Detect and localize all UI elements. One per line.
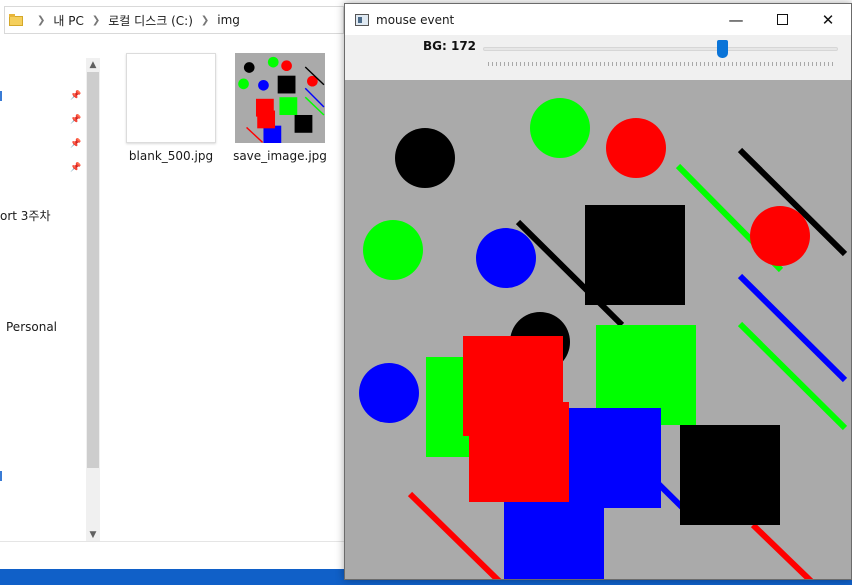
nav-item-folder[interactable]: ort 3주차 xyxy=(0,207,51,224)
drawing-canvas[interactable] xyxy=(345,80,851,579)
trackbar-label: BG: 172 xyxy=(423,39,477,53)
file-name: save_image.jpg xyxy=(233,149,327,163)
chevron-right-icon: ❯ xyxy=(200,14,210,26)
black-circle xyxy=(395,128,455,188)
file-name: blank_500.jpg xyxy=(128,149,214,163)
red-square xyxy=(469,402,569,502)
pin-icon[interactable]: 📌 xyxy=(70,163,81,173)
minimize-icon: — xyxy=(728,10,744,29)
canvas-drawing xyxy=(359,98,848,579)
navigation-pane: 📌 📌 📌 📌 ort 3주차 Personal xyxy=(0,55,100,545)
folder-icon xyxy=(9,14,23,26)
red-line xyxy=(407,491,502,579)
breadcrumb-img[interactable]: img xyxy=(217,13,240,27)
blue-line xyxy=(737,273,848,383)
red-line xyxy=(750,522,814,579)
address-bar[interactable]: ❯ 내 PC ❯ 로컬 디스크 (C:) ❯ img xyxy=(4,6,344,34)
scroll-up-icon[interactable]: ▲ xyxy=(86,58,100,72)
thumbnail-image xyxy=(235,53,325,143)
chevron-right-icon: ❯ xyxy=(91,14,101,26)
trackbar-thumb[interactable] xyxy=(717,40,729,58)
red-circle xyxy=(606,118,666,178)
close-button[interactable]: ✕ xyxy=(805,4,851,35)
blue-square xyxy=(504,502,604,579)
scroll-down-icon[interactable]: ▼ xyxy=(86,528,100,542)
app-icon xyxy=(355,13,369,26)
green-circle xyxy=(530,98,590,158)
chevron-right-icon: ❯ xyxy=(37,14,46,26)
scroll-thumb[interactable] xyxy=(87,72,99,468)
quick-access-marker xyxy=(0,91,2,101)
nav-item-personal[interactable]: Personal xyxy=(6,320,57,334)
breadcrumb-local-disk[interactable]: 로컬 디스크 (C:) xyxy=(108,12,193,29)
pin-icon[interactable]: 📌 xyxy=(70,139,81,149)
pin-icon[interactable]: 📌 xyxy=(70,115,81,125)
nav-marker xyxy=(0,471,2,481)
close-icon: ✕ xyxy=(821,10,835,29)
trackbar-ticks xyxy=(488,62,833,66)
trackbar-track[interactable] xyxy=(483,47,838,51)
divider xyxy=(0,541,345,542)
maximize-button[interactable] xyxy=(759,4,805,35)
file-item-save-image[interactable]: save_image.jpg xyxy=(232,53,328,163)
mouse-event-window: mouse event — ✕ BG: 172 xyxy=(344,3,852,580)
green-circle xyxy=(363,220,423,280)
red-circle xyxy=(750,206,810,266)
breadcrumb-this-pc[interactable]: 내 PC xyxy=(53,12,83,29)
trackbar-panel: BG: 172 xyxy=(345,35,851,80)
title-bar[interactable]: mouse event — ✕ xyxy=(345,4,851,35)
blue-circle xyxy=(359,363,419,423)
file-item-blank[interactable]: blank_500.jpg xyxy=(123,53,219,163)
file-thumbnail[interactable] xyxy=(235,53,325,143)
minimize-button[interactable]: — xyxy=(713,4,759,35)
maximize-icon xyxy=(776,14,788,25)
green-line xyxy=(737,321,848,431)
blue-square xyxy=(561,408,661,508)
nav-scrollbar[interactable]: ▲ ▼ xyxy=(86,58,100,542)
window-title: mouse event xyxy=(376,12,455,27)
pin-icon[interactable]: 📌 xyxy=(70,91,81,101)
black-square xyxy=(680,425,780,525)
black-square xyxy=(585,205,685,305)
blue-circle xyxy=(476,228,536,288)
file-thumbnail[interactable] xyxy=(126,53,216,143)
